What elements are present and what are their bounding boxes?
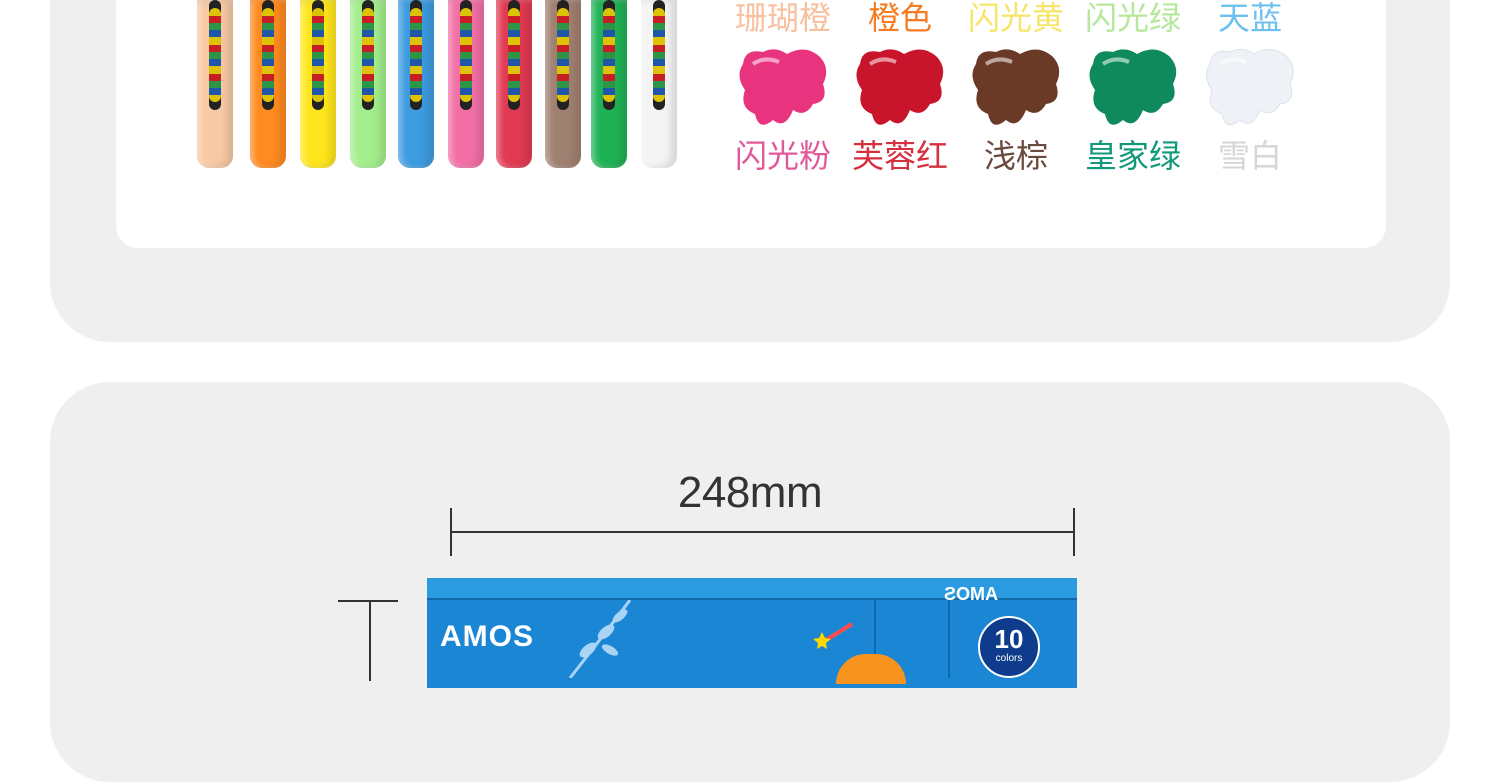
box-brand-logo: AMOS	[440, 620, 534, 653]
paint-tube	[197, 0, 233, 168]
tube-label-text-icon	[508, 8, 520, 102]
paint-swatch-blob	[1089, 49, 1177, 125]
box-mirror-brand: AMOS	[944, 584, 998, 604]
color-count-unit: colors	[995, 653, 1023, 664]
width-dimension-tick-right	[1073, 508, 1075, 556]
paint-tube	[398, 0, 434, 168]
paint-swatch-blob	[856, 49, 944, 125]
tube-label-text-icon	[410, 8, 422, 102]
paint-tube	[350, 0, 386, 168]
swatch-label: 橙色	[867, 0, 932, 37]
tube-label-stripe	[460, 0, 472, 110]
tube-label-text-icon	[603, 8, 615, 102]
swatch-label: 闪光粉	[734, 137, 831, 175]
tube-label-stripe	[653, 0, 665, 110]
paint-tube	[300, 0, 336, 168]
swatch-label: 雪白	[1217, 137, 1282, 175]
tube-label-stripe	[508, 0, 520, 110]
height-dimension-line	[369, 601, 371, 681]
color-count: 10	[994, 624, 1024, 654]
paint-tube	[448, 0, 484, 168]
tube-label-text-icon	[557, 8, 569, 102]
paint-swatch-blob	[1206, 48, 1294, 126]
paint-tube	[591, 0, 627, 168]
width-dimension-label: 248mm	[677, 468, 823, 517]
tube-label-stripe	[262, 0, 274, 110]
paint-tube	[250, 0, 286, 168]
swatch-label: 皇家绿	[1084, 137, 1181, 175]
width-dimension-line	[451, 531, 1075, 533]
shooting-star-icon	[813, 622, 854, 649]
swatch-label: 芙蓉红	[851, 137, 948, 175]
tube-label-stripe	[209, 0, 221, 110]
swatch-label: 闪光黄	[967, 0, 1064, 37]
color-count-badge: 10 colors	[978, 616, 1040, 678]
tube-label-text-icon	[209, 8, 221, 102]
height-dimension-tick-top	[338, 600, 398, 602]
paint-swatch-blob	[972, 49, 1060, 125]
tube-label-text-icon	[362, 8, 374, 102]
box-divider	[948, 598, 950, 678]
paint-tube	[545, 0, 581, 168]
tube-label-stripe	[603, 0, 615, 110]
paint-tube	[496, 0, 532, 168]
paint-tube	[641, 0, 677, 168]
swatch-label: 闪光绿	[1084, 0, 1181, 37]
paint-swatch-blob	[739, 49, 827, 125]
width-dimension-tick-left	[450, 508, 452, 556]
tube-label-stripe	[410, 0, 422, 110]
swatch-label: 浅棕	[983, 137, 1048, 175]
tube-label-stripe	[362, 0, 374, 110]
tube-label-stripe	[312, 0, 324, 110]
tube-label-text-icon	[460, 8, 472, 102]
swatch-label: 天蓝	[1217, 0, 1282, 37]
tube-label-text-icon	[312, 8, 324, 102]
swatch-label: 珊瑚橙	[734, 0, 831, 37]
tube-label-stripe	[557, 0, 569, 110]
leaf-decoration	[568, 600, 632, 678]
tube-label-text-icon	[653, 8, 665, 102]
tube-label-text-icon	[262, 8, 274, 102]
